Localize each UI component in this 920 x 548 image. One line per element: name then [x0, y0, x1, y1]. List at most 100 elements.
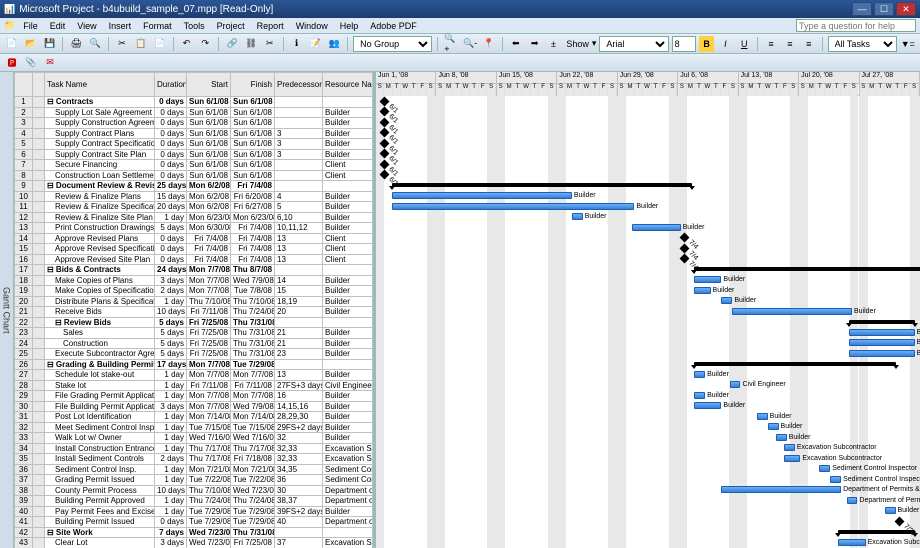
- summary-bar[interactable]: [838, 530, 914, 534]
- task-bar[interactable]: Builder: [721, 297, 732, 304]
- task-bar[interactable]: Excavation Subcontractor: [784, 455, 800, 462]
- menu-project[interactable]: Project: [211, 20, 251, 32]
- task-row[interactable]: 6Supply Contract Site Plan0 daysSun 6/1/…: [15, 149, 373, 160]
- task-row[interactable]: 34Install Construction Entrance1 dayThu …: [15, 443, 373, 454]
- unlink-icon[interactable]: ⛓: [243, 36, 259, 52]
- task-row[interactable]: 2Supply Lot Sale Agreement0 daysSun 6/1/…: [15, 107, 373, 118]
- milestone[interactable]: 7/4: [679, 254, 689, 264]
- task-bar[interactable]: Builder: [694, 371, 705, 378]
- task-row[interactable]: 20Distribute Plans & Specifications1 day…: [15, 296, 373, 307]
- showhide-icon[interactable]: ±: [546, 36, 562, 52]
- task-row[interactable]: 30File Building Permit Application3 days…: [15, 401, 373, 412]
- task-row[interactable]: 4Supply Contract Plans0 daysSun 6/1/08Su…: [15, 128, 373, 139]
- task-row[interactable]: 41Building Permit Issued0 daysTue 7/29/0…: [15, 517, 373, 528]
- summary-bar[interactable]: [849, 320, 914, 324]
- indent-icon[interactable]: ➡: [527, 36, 543, 52]
- task-bar[interactable]: Bu: [849, 329, 914, 336]
- task-bar[interactable]: Department of Permits: [847, 497, 858, 504]
- italic-icon[interactable]: I: [717, 36, 733, 52]
- summary-bar[interactable]: [694, 267, 920, 271]
- link-icon[interactable]: 🔗: [224, 36, 240, 52]
- alignleft-icon[interactable]: ≡: [763, 36, 779, 52]
- help-search[interactable]: [796, 19, 916, 32]
- task-row[interactable]: 13Print Construction Drawings5 daysMon 6…: [15, 223, 373, 234]
- view-bar[interactable]: Gantt Chart: [0, 72, 14, 548]
- task-bar[interactable]: Builder: [757, 413, 768, 420]
- task-row[interactable]: 36Sediment Control Insp.1 dayMon 7/21/08…: [15, 464, 373, 475]
- alignright-icon[interactable]: ≡: [801, 36, 817, 52]
- copy-icon[interactable]: 📋: [133, 36, 149, 52]
- zoomout-icon[interactable]: 🔍-: [462, 36, 478, 52]
- task-row[interactable]: 29File Grading Permit Application1 dayMo…: [15, 391, 373, 402]
- task-row[interactable]: 38County Permit Process10 daysThu 7/10/0…: [15, 485, 373, 496]
- col-indicator-header[interactable]: [33, 73, 45, 97]
- info-icon[interactable]: ℹ: [289, 36, 305, 52]
- milestone[interactable]: 7/29: [894, 516, 904, 526]
- task-row[interactable]: 35Install Sediment Controls2 daysThu 7/1…: [15, 454, 373, 465]
- aligncenter-icon[interactable]: ≡: [782, 36, 798, 52]
- task-row[interactable]: 28Stake lot1 dayFri 7/11/08Fri 7/11/0827…: [15, 380, 373, 391]
- font-select[interactable]: Arial: [599, 36, 668, 52]
- task-row[interactable]: 17⊟ Bids & Contracts24 daysMon 7/7/08Thu…: [15, 265, 373, 276]
- pdf-icon[interactable]: 🅿: [4, 55, 20, 71]
- task-row[interactable]: 9⊟ Document Review & Revision25 daysMon …: [15, 181, 373, 192]
- menu-tools[interactable]: Tools: [178, 20, 211, 32]
- maximize-button[interactable]: ☐: [874, 2, 894, 16]
- task-bar[interactable]: Builder: [392, 192, 572, 199]
- help-input[interactable]: [796, 19, 916, 32]
- menu-format[interactable]: Format: [137, 20, 178, 32]
- task-bar[interactable]: Sediment Control Inspector: [830, 476, 841, 483]
- fontsize-input[interactable]: [672, 36, 696, 52]
- task-bar[interactable]: Builder: [768, 423, 779, 430]
- menu-view[interactable]: View: [71, 20, 102, 32]
- filter-select[interactable]: All Tasks: [828, 36, 897, 52]
- task-row[interactable]: 42⊟ Site Work7 daysWed 7/23/08Thu 7/31/0…: [15, 527, 373, 538]
- milestone[interactable]: 6/1: [380, 117, 390, 127]
- menu-window[interactable]: Window: [290, 20, 334, 32]
- menu-report[interactable]: Report: [251, 20, 290, 32]
- milestone[interactable]: 6/1: [380, 138, 390, 148]
- task-row[interactable]: 37Grading Permit Issued1 dayTue 7/22/08T…: [15, 475, 373, 486]
- task-row[interactable]: 31Post Lot Identification1 dayMon 7/14/0…: [15, 412, 373, 423]
- milestone[interactable]: 6/1: [380, 170, 390, 180]
- menu-adobe-pdf[interactable]: Adobe PDF: [364, 20, 423, 32]
- task-bar[interactable]: Bu: [849, 339, 914, 346]
- task-row[interactable]: 11Review & Finalize Specifications20 day…: [15, 202, 373, 213]
- milestone[interactable]: 6/1: [380, 107, 390, 117]
- task-bar[interactable]: Builder: [392, 203, 634, 210]
- task-row[interactable]: 8Construction Loan Settlement0 daysSun 6…: [15, 170, 373, 181]
- milestone[interactable]: 7/4: [679, 233, 689, 243]
- task-bar[interactable]: Builder: [776, 434, 787, 441]
- col-pred-header[interactable]: Predecessors: [275, 73, 323, 97]
- gantt-chart[interactable]: Jun 1, '08SMTWTFSJun 8, '08SMTWTFSJun 15…: [376, 72, 920, 548]
- milestone[interactable]: 6/1: [380, 96, 390, 106]
- task-bar[interactable]: Bu: [849, 350, 914, 357]
- menu-help[interactable]: Help: [334, 20, 365, 32]
- cut-icon[interactable]: ✂: [114, 36, 130, 52]
- task-bar[interactable]: Builder: [885, 507, 896, 514]
- task-row[interactable]: 19Make Copies of Specifications2 daysMon…: [15, 286, 373, 297]
- preview-icon[interactable]: 🔍: [87, 36, 103, 52]
- task-row[interactable]: 39Building Permit Approved1 dayThu 7/24/…: [15, 496, 373, 507]
- menu-insert[interactable]: Insert: [103, 20, 138, 32]
- task-row[interactable]: 23Sales5 daysFri 7/25/08Thu 7/31/0821Bui…: [15, 328, 373, 339]
- task-row[interactable]: 25Execute Subcontractor Agreements5 days…: [15, 349, 373, 360]
- task-bar[interactable]: Excavation Subcontractor: [784, 444, 795, 451]
- open-icon[interactable]: 📂: [23, 36, 39, 52]
- goto-icon[interactable]: 📍: [481, 36, 497, 52]
- task-bar[interactable]: Builder: [732, 308, 852, 315]
- task-row[interactable]: 1⊟ Contracts0 daysSun 6/1/08Sun 6/1/08: [15, 97, 373, 108]
- task-bar[interactable]: Department of Permits &: [721, 486, 841, 493]
- underline-icon[interactable]: U: [736, 36, 752, 52]
- col-id-header[interactable]: [15, 73, 33, 97]
- assign-icon[interactable]: 👥: [326, 36, 342, 52]
- new-icon[interactable]: 📄: [4, 36, 20, 52]
- col-duration-header[interactable]: Duration: [155, 73, 187, 97]
- autofilter-icon[interactable]: ▼=: [900, 36, 916, 52]
- task-row[interactable]: 26⊟ Grading & Building Permits17 daysMon…: [15, 359, 373, 370]
- task-bar[interactable]: Builder: [694, 402, 721, 409]
- task-row[interactable]: 21Receive Bids10 daysFri 7/11/08Thu 7/24…: [15, 307, 373, 318]
- task-bar[interactable]: Builder: [632, 224, 681, 231]
- task-row[interactable]: 5Supply Contract Specifications0 daysSun…: [15, 139, 373, 150]
- col-finish-header[interactable]: Finish: [231, 73, 275, 97]
